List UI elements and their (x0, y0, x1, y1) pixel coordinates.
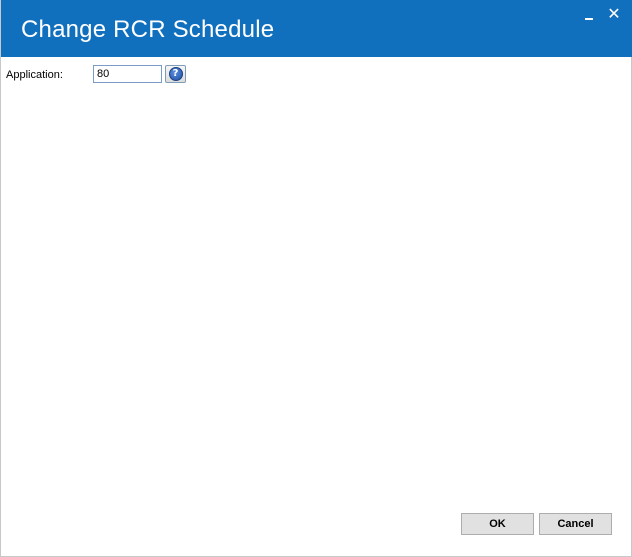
minimize-button[interactable] (581, 6, 599, 24)
dialog-title: Change RCR Schedule (21, 16, 275, 43)
dialog-content: Application: ? (1, 57, 632, 497)
help-icon: ? (168, 67, 183, 81)
application-input[interactable] (93, 65, 162, 83)
application-label: Application: (6, 69, 63, 81)
title-bar: Change RCR Schedule ✕ (1, 0, 632, 57)
minimize-icon (585, 18, 593, 20)
ok-button[interactable]: OK (461, 513, 534, 535)
change-rcr-schedule-dialog: Change RCR Schedule ✕ Application: ? OK … (0, 0, 632, 557)
close-button[interactable]: ✕ (605, 6, 623, 24)
help-button[interactable]: ? (165, 65, 186, 83)
close-icon: ✕ (607, 6, 621, 23)
cancel-button[interactable]: Cancel (539, 513, 612, 535)
